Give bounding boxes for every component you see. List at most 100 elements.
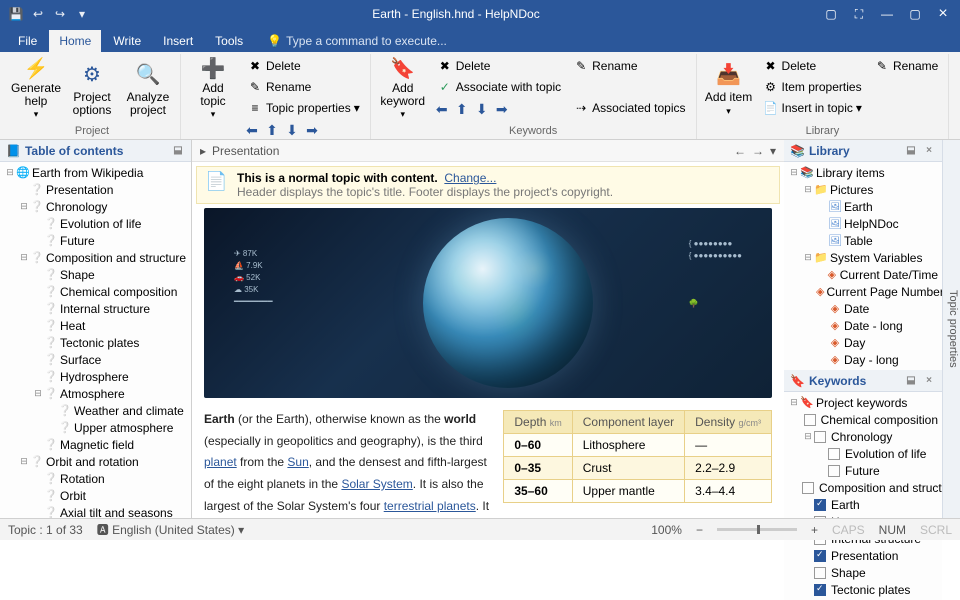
tab-file[interactable]: File (8, 30, 47, 52)
checkbox[interactable] (814, 431, 826, 443)
tab-tools[interactable]: Tools (205, 30, 253, 52)
rename-keyword-button[interactable]: ✎Rename (569, 56, 689, 76)
zoom-value[interactable]: 100% (651, 523, 682, 537)
move-up-icon[interactable]: ⬆ (263, 121, 281, 139)
kw-right-icon[interactable]: ➡ (493, 100, 511, 118)
tree-item[interactable]: ❔Magnetic field (0, 436, 191, 453)
tree-item[interactable]: ⊟📁System Variables (784, 249, 942, 266)
keywords-tree[interactable]: ⊟🔖Project keywordsChemical composition⊟C… (784, 392, 942, 600)
add-keyword-button[interactable]: 🔖Add keyword▾ (377, 56, 429, 122)
zoom-out-icon[interactable]: − (696, 523, 703, 537)
tree-item[interactable]: ❔Orbit (0, 487, 191, 504)
tree-item[interactable]: ❔Hydrosphere (0, 368, 191, 385)
move-right-icon[interactable]: ➡ (303, 121, 321, 139)
analyze-project-button[interactable]: 🔍Analyze project (122, 56, 174, 122)
keyword-item[interactable]: Presentation (784, 547, 942, 564)
tree-item[interactable]: 🖼Earth (784, 198, 942, 215)
checkbox[interactable] (814, 567, 826, 579)
tree-item[interactable]: ❔Axial tilt and seasons (0, 504, 191, 518)
assoc-topics-button[interactable]: ⇢Associated topics (569, 98, 689, 118)
zoom-in-icon[interactable]: + (811, 523, 818, 537)
delete-topic-button[interactable]: ✖Delete (243, 56, 364, 76)
nav-fwd-icon[interactable]: → (752, 144, 764, 158)
import-files-button[interactable]: ⬇Import files (955, 56, 960, 122)
rename-topic-button[interactable]: ✎Rename (243, 77, 364, 97)
tree-item[interactable]: ❔Presentation (0, 181, 191, 198)
keyword-item[interactable]: Earth (784, 496, 942, 513)
lib-properties-button[interactable]: ⚙Item properties (759, 77, 866, 97)
nav-menu-icon[interactable]: ▾ (770, 144, 776, 158)
tree-item[interactable]: ❔Chemical composition (0, 283, 191, 300)
tree-item[interactable]: ◈Current Date/Time (784, 266, 942, 283)
add-library-item-button[interactable]: 📥Add item▾ (703, 56, 755, 122)
tree-item[interactable]: ◈Date (784, 300, 942, 317)
tree-item[interactable]: ⊟❔Composition and structure (0, 249, 191, 266)
panel-pin-icon[interactable]: ⬓ (171, 144, 185, 158)
topic-properties-button[interactable]: ≡Topic properties ▾ (243, 98, 364, 118)
add-topic-button[interactable]: ➕Add topic▾ (187, 56, 239, 122)
tree-item[interactable]: ◈Day - long (784, 351, 942, 368)
keyword-item[interactable]: Shape (784, 564, 942, 581)
fullscreen-icon[interactable]: ⛶ (846, 3, 872, 25)
tab-home[interactable]: Home (49, 30, 101, 52)
tree-item[interactable]: ⊟📚Library items (784, 164, 942, 181)
save-icon[interactable]: 💾 (8, 6, 24, 22)
tree-item[interactable]: ⊟❔Atmosphere (0, 385, 191, 402)
status-language[interactable]: 🅰 English (United States) ▾ (97, 521, 244, 538)
kw-pin-icon[interactable]: ⬓ (904, 374, 918, 388)
change-link[interactable]: Change... (444, 171, 496, 185)
move-down-icon[interactable]: ⬇ (283, 121, 301, 139)
kw-left-icon[interactable]: ⬅ (433, 100, 451, 118)
tree-item[interactable]: ⊟❔Chronology (0, 198, 191, 215)
tell-me-input[interactable]: 💡Type a command to execute... (261, 30, 453, 52)
checkbox[interactable] (828, 465, 840, 477)
tree-item[interactable]: ❔Tectonic plates (0, 334, 191, 351)
checkbox[interactable] (814, 499, 826, 511)
delete-keyword-button[interactable]: ✖Delete (433, 56, 565, 76)
rename-lib-button[interactable]: ✎Rename (870, 56, 942, 76)
help-icon[interactable]: ▢ (818, 3, 844, 25)
library-tree[interactable]: ⊟📚Library items⊟📁Pictures🖼Earth🖼HelpNDoc… (784, 162, 942, 370)
tab-insert[interactable]: Insert (153, 30, 203, 52)
tree-item[interactable]: 🖼Table (784, 232, 942, 249)
keyword-item[interactable]: Tectonic plates (784, 581, 942, 598)
nav-back-icon[interactable]: ← (734, 144, 746, 158)
breadcrumb[interactable]: Presentation (212, 144, 279, 158)
assoc-topic-button[interactable]: ✓Associate with topic (433, 77, 565, 97)
maximize-icon[interactable]: ▢ (902, 3, 928, 25)
lib-pin-icon[interactable]: ⬓ (904, 144, 918, 158)
checkbox[interactable] (828, 448, 840, 460)
delete-lib-button[interactable]: ✖Delete (759, 56, 866, 76)
checkbox[interactable] (814, 584, 826, 596)
checkbox[interactable] (802, 482, 814, 494)
tab-write[interactable]: Write (103, 30, 151, 52)
zoom-slider[interactable] (717, 528, 797, 531)
qat-more-icon[interactable]: ▾ (74, 6, 90, 22)
kw-up-icon[interactable]: ⬆ (453, 100, 471, 118)
document-editor[interactable]: ✈ 87K⛵ 7.9K🚗 52K☁ 35K━━━━━━━━ { ●●●●●●●●… (192, 208, 784, 518)
tree-item[interactable]: ❔Upper atmosphere (0, 419, 191, 436)
keyword-item[interactable]: Future (784, 462, 942, 479)
topic-properties-tab[interactable]: Topic properties (942, 140, 960, 518)
tree-item[interactable]: ❔Heat (0, 317, 191, 334)
toc-tree[interactable]: ⊟🌐Earth from Wikipedia❔Presentation⊟❔Chr… (0, 162, 191, 518)
project-options-button[interactable]: ⚙Project options (66, 56, 118, 122)
tree-item[interactable]: ❔Weather and climate (0, 402, 191, 419)
tree-item[interactable]: ⊟🌐Earth from Wikipedia (0, 164, 191, 181)
keyword-item[interactable]: ⊟🔖Project keywords (784, 394, 942, 411)
minimize-icon[interactable]: — (874, 3, 900, 25)
tree-item[interactable]: ❔Shape (0, 266, 191, 283)
tree-item[interactable]: 🖼HelpNDoc (784, 215, 942, 232)
tree-item[interactable]: ❔Internal structure (0, 300, 191, 317)
undo-icon[interactable]: ↩ (30, 6, 46, 22)
kw-close-icon[interactable]: × (922, 374, 936, 388)
checkbox[interactable] (804, 414, 816, 426)
tree-item[interactable]: ⊟❔Orbit and rotation (0, 453, 191, 470)
tree-item[interactable]: ❔Evolution of life (0, 215, 191, 232)
kw-down-icon[interactable]: ⬇ (473, 100, 491, 118)
tree-item[interactable]: ❔Surface (0, 351, 191, 368)
insert-in-topic-button[interactable]: 📄Insert in topic ▾ (759, 98, 866, 118)
move-left-icon[interactable]: ⬅ (243, 121, 261, 139)
close-icon[interactable]: × (930, 3, 956, 25)
tree-item[interactable]: ❔Rotation (0, 470, 191, 487)
